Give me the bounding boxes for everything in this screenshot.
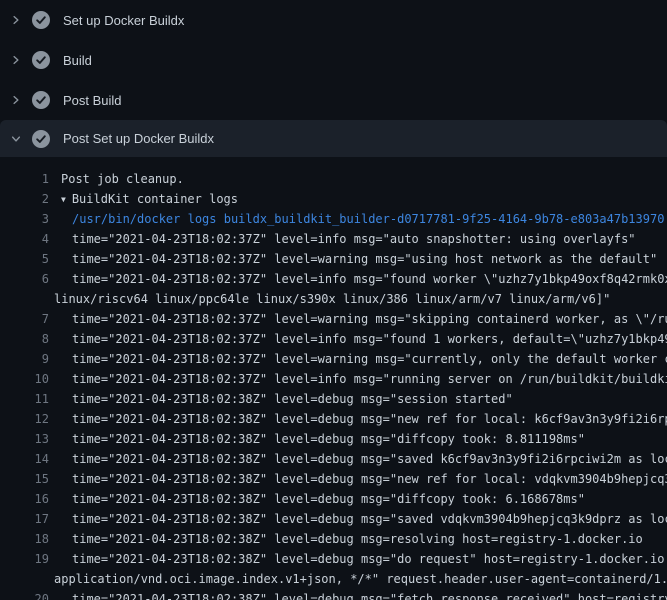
log-line-text: time="2021-04-23T18:02:38Z" level=debug … [72,589,667,600]
log-line-number [0,569,49,589]
log-line-number[interactable]: 7 [0,309,49,329]
actions-log-viewer: Set up Docker Buildx Build P [0,0,667,600]
log-line-number[interactable]: 16 [0,489,49,509]
log-line-text: /usr/bin/docker logs buildx_buildkit_bui… [72,209,664,229]
check-circle-icon [32,91,50,109]
log-line-number[interactable]: 12 [0,409,49,429]
log-line: 9 time="2021-04-23T18:02:37Z" level=warn… [0,349,667,369]
log-line-number[interactable]: 18 [0,529,49,549]
log-line: 16 time="2021-04-23T18:02:38Z" level=deb… [0,489,667,509]
log-line-text: time="2021-04-23T18:02:37Z" level=info m… [72,269,667,289]
step-label: Set up Docker Buildx [63,13,184,28]
log-line-text: time="2021-04-23T18:02:38Z" level=debug … [72,509,667,529]
log-line: 3 /usr/bin/docker logs buildx_buildkit_b… [0,209,667,229]
log-line-number [0,289,49,309]
steps-list: Set up Docker Buildx Build P [0,0,667,157]
check-circle-icon [32,11,50,29]
step-header-set-up-docker-buildx[interactable]: Set up Docker Buildx [0,0,667,40]
log-line-text: time="2021-04-23T18:02:38Z" level=debug … [72,409,667,429]
log-line: 1 Post job cleanup. [0,169,667,189]
check-circle-icon [32,51,50,69]
log-line-number[interactable]: 17 [0,509,49,529]
log-line: 4 time="2021-04-23T18:02:37Z" level=info… [0,229,667,249]
log-line: 5 time="2021-04-23T18:02:37Z" level=warn… [0,249,667,269]
log-line-text: time="2021-04-23T18:02:38Z" level=debug … [72,389,513,409]
log-line: 15 time="2021-04-23T18:02:38Z" level=deb… [0,469,667,489]
log-line: 20 time="2021-04-23T18:02:38Z" level=deb… [0,589,667,600]
log-line-text: ▼BuildKit container logs [61,189,238,209]
log-line-number[interactable]: 15 [0,469,49,489]
log-line-text: time="2021-04-23T18:02:38Z" level=debug … [72,469,667,489]
log-line-text: time="2021-04-23T18:02:37Z" level=warnin… [72,349,667,369]
log-line-number[interactable]: 6 [0,269,49,289]
log-line-text: time="2021-04-23T18:02:37Z" level=warnin… [72,309,667,329]
log-line-text: application/vnd.oci.image.index.v1+json,… [54,569,667,589]
log-line-number[interactable]: 11 [0,389,49,409]
log-line: 11 time="2021-04-23T18:02:38Z" level=deb… [0,389,667,409]
log-line: 13 time="2021-04-23T18:02:38Z" level=deb… [0,429,667,449]
log-line: 14 time="2021-04-23T18:02:38Z" level=deb… [0,449,667,469]
log-line: 19 time="2021-04-23T18:02:38Z" level=deb… [0,549,667,569]
log-line-text: time="2021-04-23T18:02:37Z" level=warnin… [72,249,657,269]
log-line-text: time="2021-04-23T18:02:38Z" level=debug … [72,429,585,449]
log-line-text: time="2021-04-23T18:02:37Z" level=info m… [72,369,667,389]
log-line-number[interactable]: 3 [0,209,49,229]
step-label: Post Set up Docker Buildx [63,131,214,146]
log-line-continuation: application/vnd.oci.image.index.v1+json,… [0,569,667,589]
log-line-number[interactable]: 20 [0,589,49,600]
chevron-down-icon [8,131,24,147]
log-line-text: linux/riscv64 linux/ppc64le linux/s390x … [54,289,610,309]
chevron-right-icon [8,52,24,68]
log-line: 7 time="2021-04-23T18:02:37Z" level=warn… [0,309,667,329]
log-line-number[interactable]: 10 [0,369,49,389]
step-label: Post Build [63,93,122,108]
log-line-text: time="2021-04-23T18:02:38Z" level=debug … [72,449,667,469]
log-line: 6 time="2021-04-23T18:02:37Z" level=info… [0,269,667,289]
log-panel: 1 Post job cleanup. 2 ▼BuildKit containe… [0,157,667,600]
log-line-text: time="2021-04-23T18:02:37Z" level=info m… [72,329,667,349]
log-line-text: time="2021-04-23T18:02:38Z" level=debug … [72,529,643,549]
step-header-build[interactable]: Build [0,40,667,80]
log-line-text: time="2021-04-23T18:02:38Z" level=debug … [72,489,585,509]
log-line: 12 time="2021-04-23T18:02:38Z" level=deb… [0,409,667,429]
check-circle-icon [32,130,50,148]
log-line: 8 time="2021-04-23T18:02:37Z" level=info… [0,329,667,349]
log-line: 10 time="2021-04-23T18:02:37Z" level=inf… [0,369,667,389]
log-line-number[interactable]: 8 [0,329,49,349]
log-line-number[interactable]: 5 [0,249,49,269]
log-line-number[interactable]: 1 [0,169,49,189]
step-header-post-set-up-docker-buildx[interactable]: Post Set up Docker Buildx [0,120,667,157]
log-line-number[interactable]: 13 [0,429,49,449]
log-line-number[interactable]: 14 [0,449,49,469]
log-line: 17 time="2021-04-23T18:02:38Z" level=deb… [0,509,667,529]
chevron-right-icon [8,92,24,108]
log-line-number[interactable]: 19 [0,549,49,569]
group-collapse-icon[interactable]: ▼ [61,190,66,210]
log-line-text: Post job cleanup. [61,169,184,189]
log-line-number[interactable]: 4 [0,229,49,249]
log-line-text: time="2021-04-23T18:02:37Z" level=info m… [72,229,636,249]
log-line-continuation: linux/riscv64 linux/ppc64le linux/s390x … [0,289,667,309]
log-group-header[interactable]: 2 ▼BuildKit container logs [0,189,667,209]
step-header-post-build[interactable]: Post Build [0,80,667,120]
log-line-number[interactable]: 2 [0,189,49,209]
chevron-right-icon [8,12,24,28]
log-line-number[interactable]: 9 [0,349,49,369]
step-label: Build [63,53,92,68]
log-line-text: time="2021-04-23T18:02:38Z" level=debug … [72,549,667,569]
log-line: 18 time="2021-04-23T18:02:38Z" level=deb… [0,529,667,549]
